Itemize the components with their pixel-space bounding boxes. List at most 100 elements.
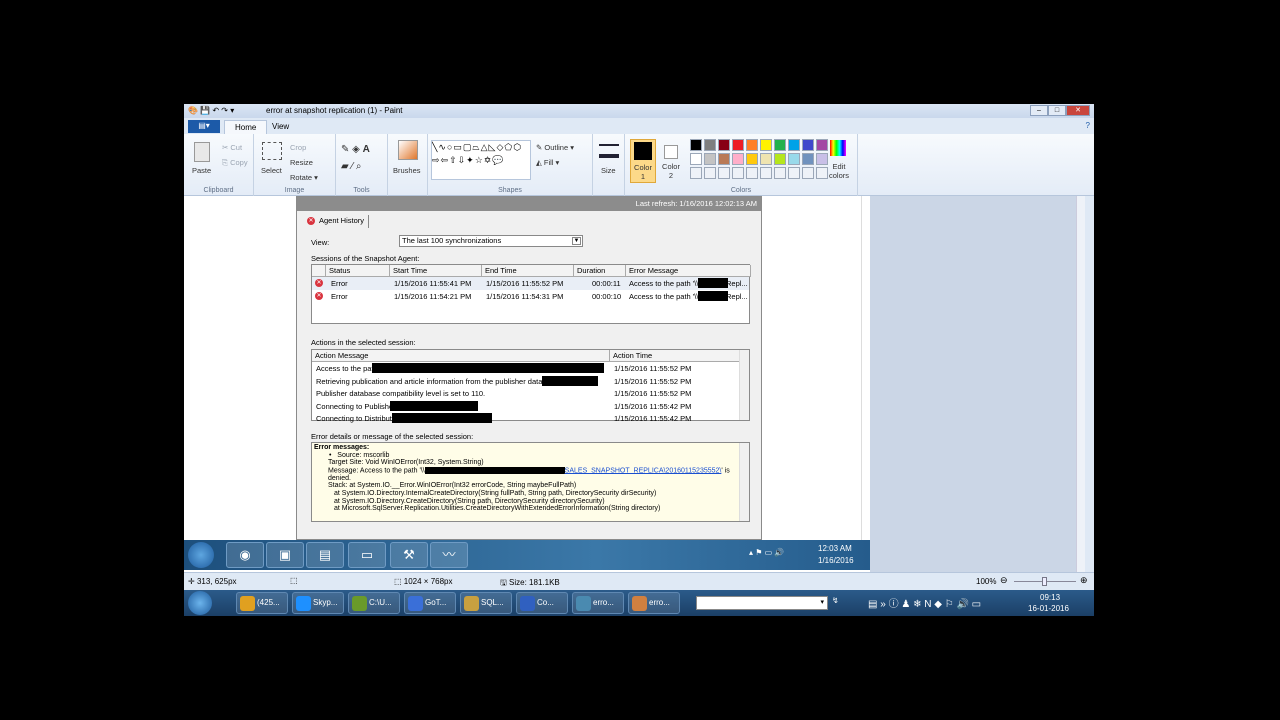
go-button[interactable]: ↯ [832, 596, 839, 605]
color-swatch[interactable] [746, 167, 758, 179]
color-swatch[interactable] [732, 167, 744, 179]
zoom-out-button[interactable]: ⊖ [1000, 575, 1008, 586]
vertical-scrollbar[interactable] [1076, 196, 1085, 572]
table-row[interactable]: Retrieving publication and article infor… [312, 375, 741, 388]
copy-button[interactable]: ⎘ Copy [222, 158, 248, 168]
col-duration[interactable]: Duration [574, 265, 626, 277]
color2-label: Color 2 [662, 162, 680, 180]
col-status[interactable]: Status [326, 265, 390, 277]
color-swatch[interactable] [788, 139, 800, 151]
taskbar-item[interactable]: Co... [516, 592, 568, 614]
color-swatch[interactable] [704, 167, 716, 179]
taskbar-item[interactable]: erro... [572, 592, 624, 614]
clock-date[interactable]: 16-01-2016 [1028, 604, 1069, 613]
col-error[interactable]: Error Message [626, 265, 751, 277]
color-swatch[interactable] [732, 139, 744, 151]
size-button[interactable]: Size [593, 134, 625, 196]
zoom-in-button[interactable]: ⊕ [1080, 575, 1088, 586]
color-swatch[interactable] [732, 153, 744, 165]
status-bar: ✛ 313, 625px ⬚ ⬚ 1024 × 768px 🖫 Size: 18… [184, 572, 1094, 590]
color-swatch[interactable] [760, 139, 772, 151]
color1-button[interactable]: Color 1 [630, 139, 656, 183]
color-swatch[interactable] [704, 153, 716, 165]
taskbar-item[interactable]: GoT... [404, 592, 456, 614]
tab-view[interactable]: View [262, 120, 299, 134]
resize-button[interactable]: Resize [290, 158, 313, 167]
color-swatch[interactable] [760, 167, 772, 179]
col-start[interactable]: Start Time [390, 265, 482, 277]
color-swatch[interactable] [718, 153, 730, 165]
color-swatch[interactable] [774, 167, 786, 179]
taskbar-item[interactable]: (425... [236, 592, 288, 614]
tab-agent-history[interactable]: ✕ Agent History [305, 215, 370, 228]
taskbar-item[interactable]: SQL... [460, 592, 512, 614]
cut-button[interactable]: ✂ Cut [222, 143, 242, 152]
cursor-text: 313, 625px [196, 577, 237, 586]
color-swatch[interactable] [746, 139, 758, 151]
shapes-gallery[interactable]: ╲∿○▭▢⏢△◺◇⬠⬡⇨⇦⇧⇩✦☆✡💬 [431, 140, 531, 180]
view-dropdown[interactable]: The last 100 synchronizations ▼ [399, 235, 583, 247]
color-swatch[interactable] [690, 167, 702, 179]
minimize-button[interactable]: – [1030, 105, 1048, 116]
color-swatch[interactable] [802, 139, 814, 151]
actions-scrollbar[interactable] [739, 350, 749, 420]
color-swatch[interactable] [802, 153, 814, 165]
tray-icons[interactable]: ▤ » ⓘ ♟ ❄ N ◆ ⚐ 🔊 ▭ [868, 595, 981, 610]
color-swatch[interactable] [690, 139, 702, 151]
col-action-time[interactable]: Action Time [610, 350, 741, 362]
table-row[interactable]: ✕ Error 1/15/2016 11:55:41 PM 1/15/2016 … [312, 277, 749, 290]
file-menu-button[interactable]: ▤▾ [188, 120, 220, 133]
table-row[interactable]: ✕ Error 1/15/2016 11:54:21 PM 1/15/2016 … [312, 290, 749, 303]
edit-colors-button[interactable]: Edit colors [825, 162, 853, 180]
table-row[interactable]: Connecting to Distributor 1/15/2016 11:55… [312, 413, 741, 425]
maximize-button[interactable]: □ [1048, 105, 1066, 116]
color-swatch[interactable] [802, 167, 814, 179]
clock-time[interactable]: 09:13 [1040, 593, 1060, 602]
table-row[interactable]: Access to the path 1/15/2016 11:55:52 PM [312, 363, 741, 375]
color-swatch[interactable] [760, 153, 772, 165]
eraser-picker-magnifier-icons[interactable]: ▰ ⁄ ⌕ [341, 161, 362, 172]
color-swatch[interactable] [718, 167, 730, 179]
color-swatch[interactable] [718, 139, 730, 151]
zoom-slider-thumb[interactable] [1042, 577, 1047, 586]
select-icon [262, 142, 282, 160]
pencil-fill-text-icons[interactable]: ✎ ◈ A [341, 144, 370, 155]
color-swatch[interactable] [774, 153, 786, 165]
col-end[interactable]: End Time [482, 265, 574, 277]
brushes-group[interactable]: Brushes [388, 134, 428, 196]
taskbar-item[interactable]: erro... [628, 592, 680, 614]
color-swatch[interactable] [746, 153, 758, 165]
col-action-message[interactable]: Action Message [312, 350, 610, 362]
error-details-box[interactable]: Error messages: • Source: mscorlib Targe… [311, 442, 750, 522]
select-button[interactable]: Select [261, 166, 282, 175]
tab-home[interactable]: Home [224, 120, 268, 134]
canvas-image[interactable]: Last refresh: 1/16/2016 12:02:13 AM ✕ Age… [184, 196, 870, 572]
help-icon[interactable]: ? [1086, 121, 1090, 130]
close-button[interactable]: ✕ [1066, 105, 1090, 116]
path-link[interactable]: SALES_SNAPSHOT_REPLICA\20160115235552\ [565, 467, 722, 474]
color-swatch[interactable] [704, 139, 716, 151]
details-scrollbar[interactable] [739, 443, 749, 521]
color-swatch[interactable] [690, 153, 702, 165]
error-cell: Access to the path '\\ [629, 292, 699, 301]
zoom-slider[interactable] [1014, 577, 1076, 586]
outline-button[interactable]: ✎ Outline ▾ [536, 143, 574, 152]
taskbar-item[interactable]: Skyp... [292, 592, 344, 614]
paste-button[interactable]: Paste [192, 166, 211, 175]
address-search-input[interactable]: ▾ [696, 596, 828, 610]
fill-button[interactable]: ◭ Fill ▾ [536, 158, 559, 167]
color-swatch[interactable] [816, 139, 828, 151]
table-row[interactable]: Publisher database compatibility level i… [312, 388, 741, 400]
color-swatch[interactable] [788, 167, 800, 179]
table-row[interactable]: Connecting to Publisher 1/15/2016 11:55:4… [312, 400, 741, 413]
crop-button[interactable]: Crop [290, 143, 306, 152]
end-cell: 1/15/2016 11:55:52 PM [486, 279, 564, 288]
taskbar-item[interactable]: C:\U... [348, 592, 400, 614]
color-swatch[interactable] [788, 153, 800, 165]
quick-access-icons[interactable]: 🎨 💾 ↶ ↷ ▾ [188, 106, 234, 115]
start-button[interactable] [188, 591, 212, 615]
rotate-button[interactable]: Rotate ▾ [290, 173, 318, 182]
action-time: 1/15/2016 11:55:52 PM [614, 376, 692, 386]
color-swatch[interactable] [774, 139, 786, 151]
color2-button[interactable]: Color 2 [659, 139, 685, 183]
